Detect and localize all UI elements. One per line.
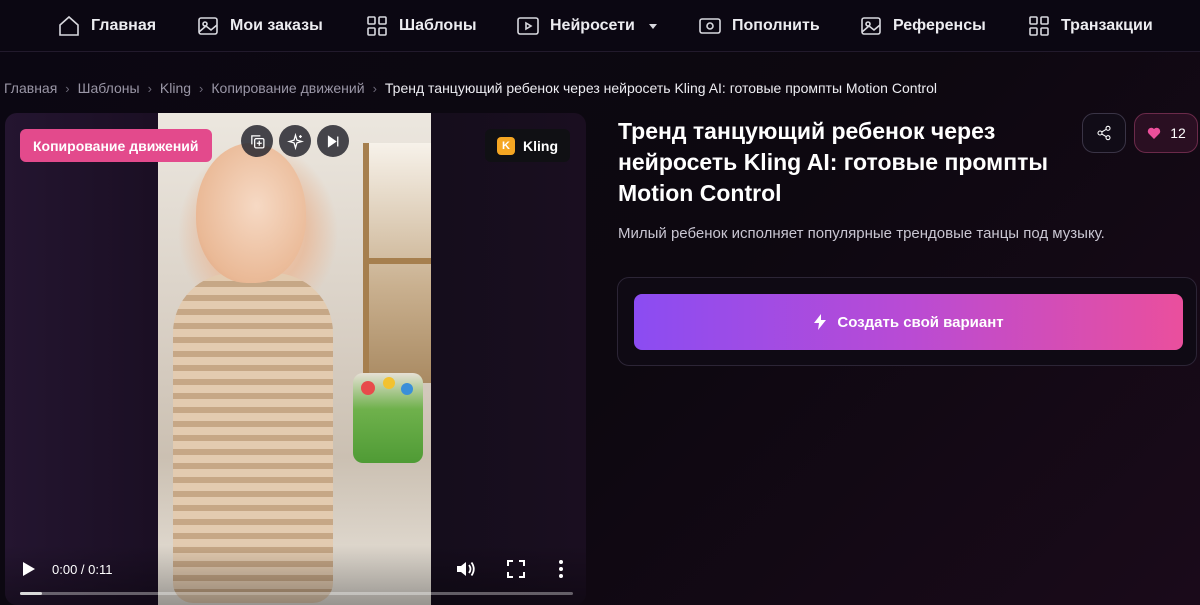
breadcrumb-link-templates[interactable]: Шаблоны <box>78 80 140 96</box>
video-progress-fill <box>20 592 43 595</box>
action-card: Создать свой вариант <box>617 277 1197 366</box>
grid-icon <box>1029 16 1049 36</box>
toy-dot <box>383 377 395 389</box>
template-title: Тренд танцующий ребенок через нейросеть … <box>618 118 1048 206</box>
more-vertical-icon[interactable] <box>557 559 565 579</box>
like-button[interactable]: 12 <box>1134 113 1198 153</box>
video-frame <box>158 113 431 605</box>
toy-dot <box>401 383 413 395</box>
category-badge[interactable]: Копирование движений <box>20 129 212 162</box>
fullscreen-icon[interactable] <box>507 560 525 578</box>
breadcrumb-current: Тренд танцующий ребенок через нейросеть … <box>384 80 937 96</box>
template-description: Милый ребенок исполняет популярные тренд… <box>618 225 1105 242</box>
breadcrumb-link-kling[interactable]: Kling <box>160 80 191 96</box>
kling-logo-icon: K <box>497 136 515 155</box>
heart-icon <box>1147 127 1161 139</box>
nav-item-label: Транзакции <box>1061 17 1153 34</box>
like-count: 12 <box>1170 125 1186 141</box>
nav-item-transactions[interactable]: Транзакции <box>1027 13 1153 39</box>
nav-item-label: Шаблоны <box>399 17 477 34</box>
nav-item-label: Пополнить <box>732 17 820 34</box>
nav-item-label: Главная <box>91 17 157 34</box>
toy-dot <box>361 381 375 395</box>
image-icon <box>198 17 218 35</box>
create-variant-button[interactable]: Создать свой вариант <box>634 294 1183 350</box>
breadcrumb: Главная › Шаблоны › Kling › Копирование … <box>4 79 937 97</box>
video-icon <box>517 17 539 35</box>
home-icon <box>59 15 79 36</box>
chevron-right-icon: › <box>147 80 152 96</box>
nav-item-neural-networks[interactable]: Нейросети <box>516 13 657 39</box>
chevron-right-icon: › <box>199 80 204 96</box>
nav-item-label: Референсы <box>893 17 986 34</box>
chevron-right-icon: › <box>372 80 377 96</box>
lightning-icon <box>814 314 827 330</box>
volume-icon[interactable] <box>456 560 476 578</box>
share-icon <box>1097 125 1111 141</box>
grid-icon <box>367 16 387 36</box>
money-icon <box>699 18 721 34</box>
nav-item-label: Нейросети <box>550 17 635 34</box>
share-button[interactable] <box>1082 113 1126 153</box>
model-badge-label: Kling <box>523 137 558 154</box>
video-time: 0:00 / 0:11 <box>52 562 113 577</box>
video-progress-bar[interactable] <box>20 592 573 595</box>
chevron-down-icon <box>648 23 657 29</box>
nav-item-my-orders[interactable]: Мои заказы <box>196 13 323 39</box>
play-icon[interactable] <box>22 561 36 577</box>
model-badge[interactable]: K Kling <box>485 129 570 162</box>
breadcrumb-link-motion-copy[interactable]: Копирование движений <box>211 80 364 96</box>
window-mullion <box>363 258 431 264</box>
breadcrumb-link-home[interactable]: Главная <box>4 80 57 96</box>
nav-item-templates[interactable]: Шаблоны <box>365 13 477 39</box>
video-controls: 0:00 / 0:11 <box>5 545 586 605</box>
chevron-right-icon: › <box>65 80 70 96</box>
image-icon <box>861 17 881 35</box>
nav-item-label: Мои заказы <box>230 17 323 34</box>
background-toy <box>353 373 423 463</box>
create-variant-label: Создать свой вариант <box>837 313 1004 331</box>
skip-forward-icon <box>327 134 338 148</box>
top-navigation: Главная Мои заказы Шаблоны Нейросети Поп… <box>0 0 1200 52</box>
nav-item-top-up[interactable]: Пополнить <box>698 13 820 39</box>
duplicate-button[interactable] <box>241 125 273 157</box>
nav-item-references[interactable]: Референсы <box>859 13 986 39</box>
skip-forward-button[interactable] <box>317 125 349 157</box>
nav-item-home[interactable]: Главная <box>57 13 156 39</box>
duplicate-icon <box>250 134 265 149</box>
enhance-button[interactable] <box>279 125 311 157</box>
video-player[interactable]: Копирование движений K Kling 0:00 / 0:11 <box>5 113 586 605</box>
sparkles-icon <box>286 132 304 150</box>
baby-head <box>196 143 306 283</box>
